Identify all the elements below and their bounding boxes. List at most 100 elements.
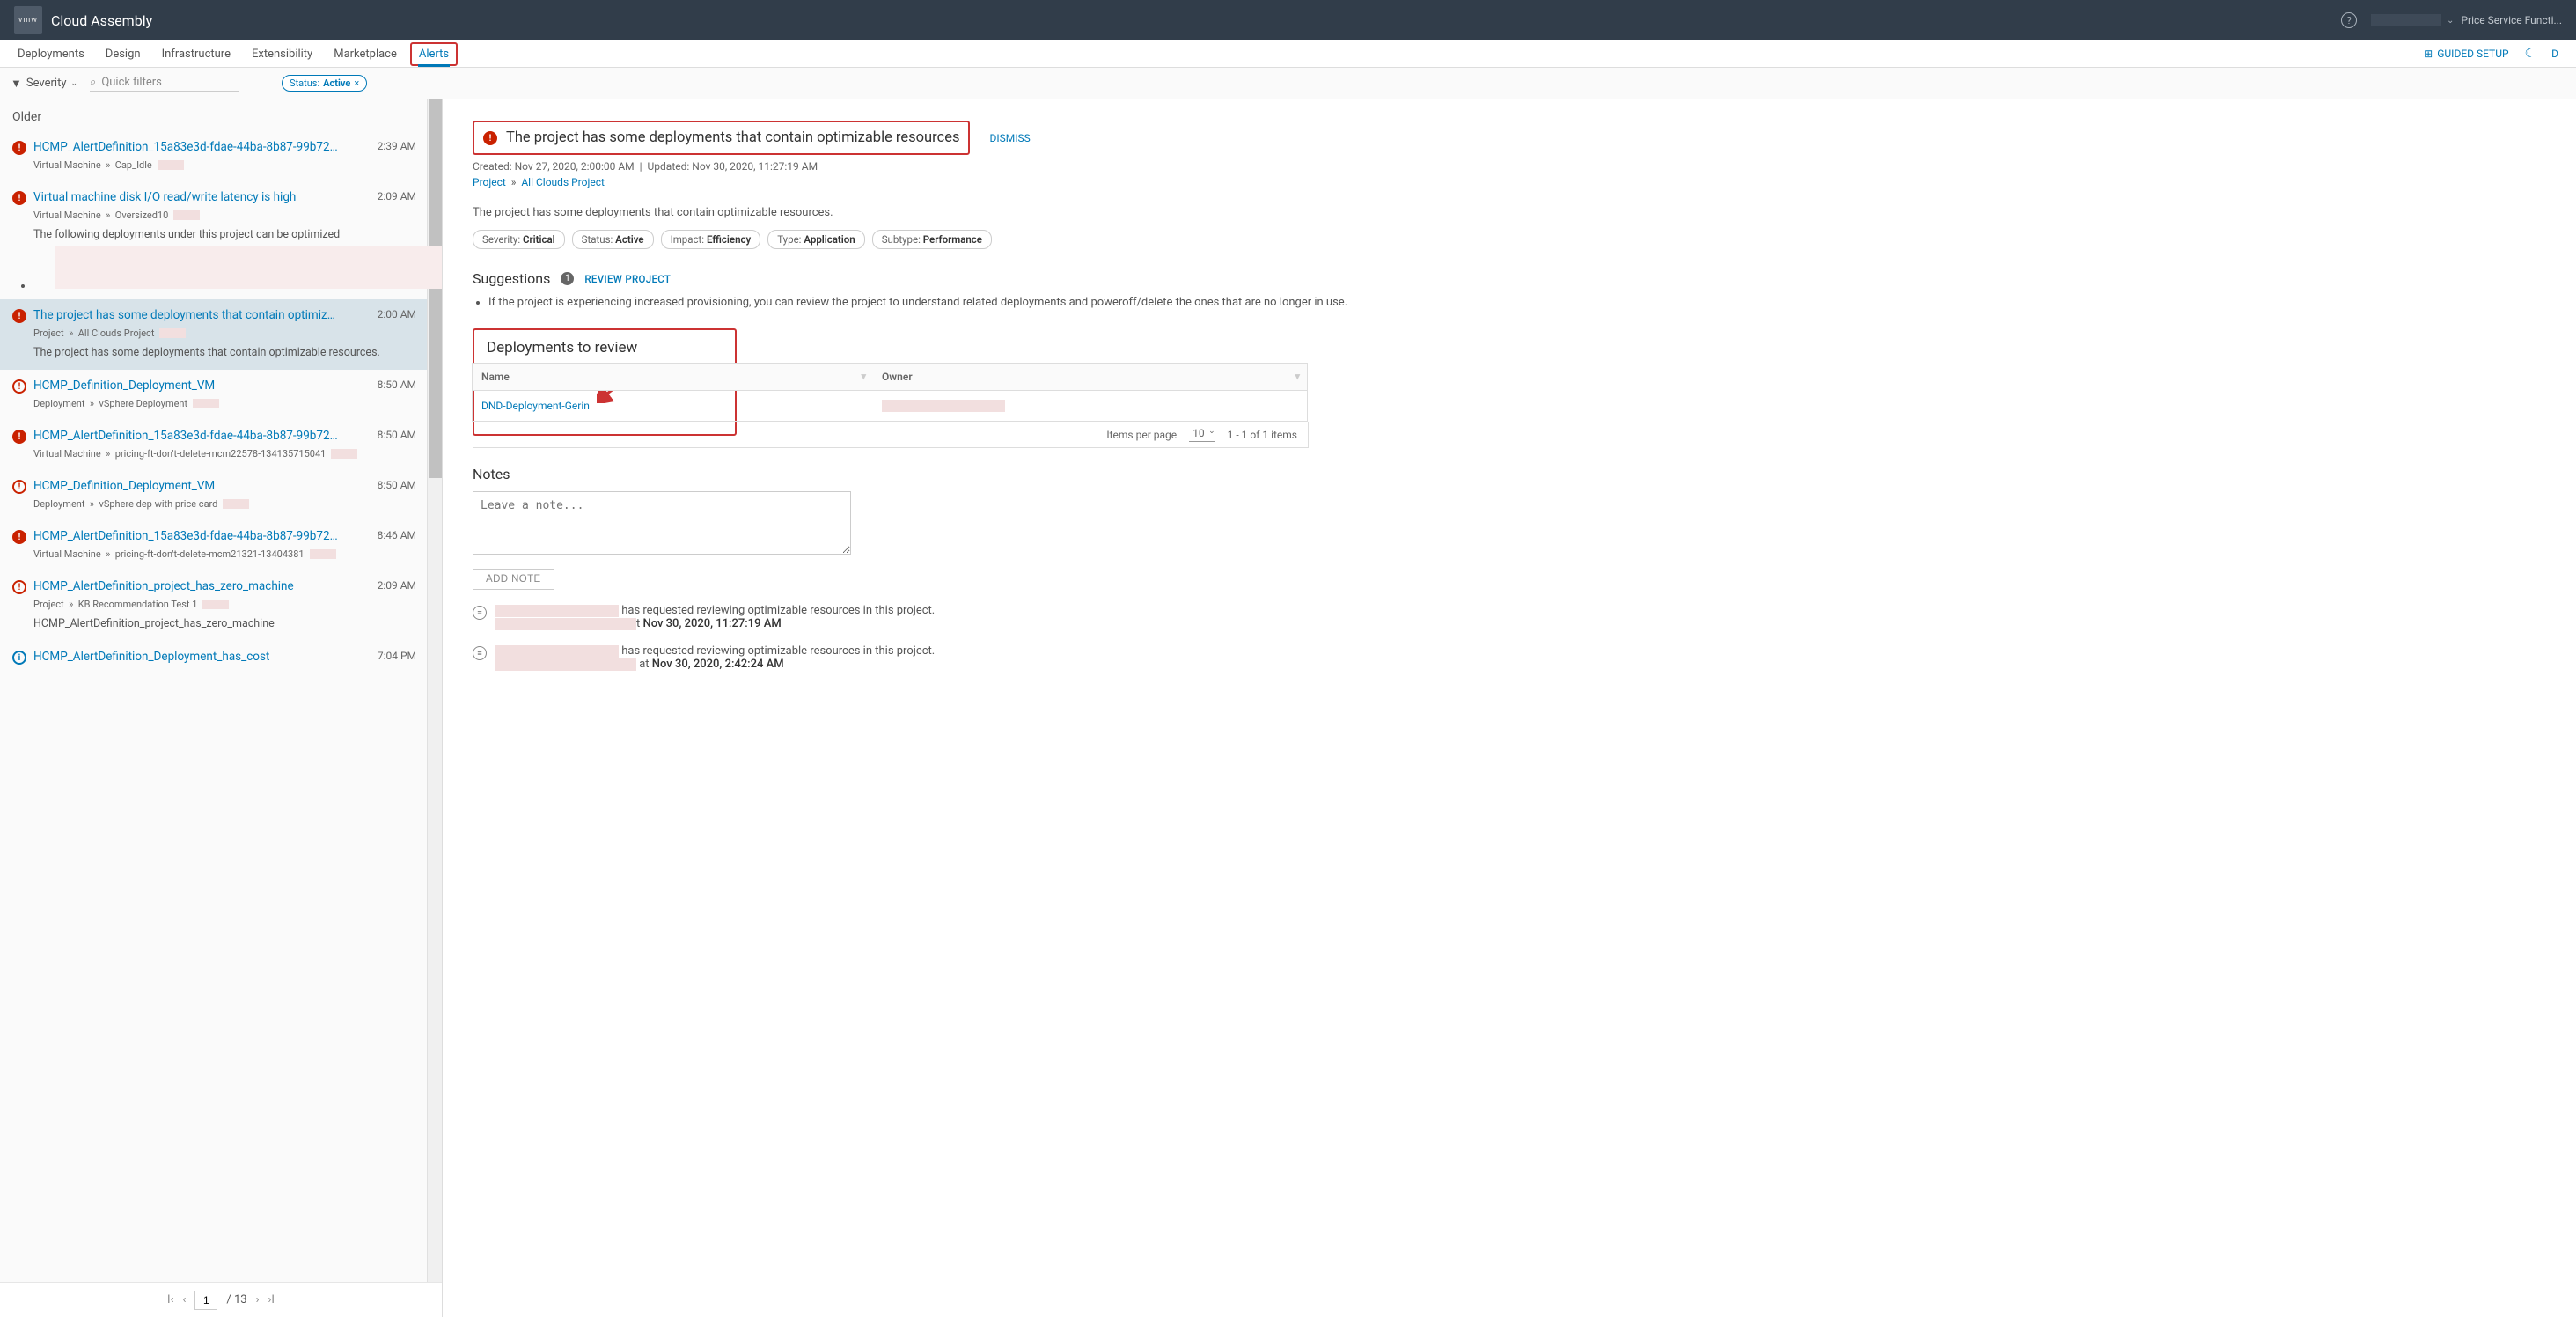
alert-crumb: Virtual Machine » pricing-ft-don't-delet… — [33, 448, 415, 460]
filter-icon[interactable]: ▾ — [1295, 371, 1300, 382]
filter-pill-status[interactable]: Status: Active × — [282, 75, 367, 92]
alert-item[interactable]: HCMP_AlertDefinition_Deployment_has_cost… — [0, 641, 427, 675]
quick-filter-input[interactable]: ⌕ Quick filters — [90, 76, 239, 92]
critical-icon — [12, 191, 26, 205]
redacted-block — [331, 449, 357, 459]
badge: Impact: Efficiency — [661, 230, 761, 249]
critical-icon — [12, 430, 26, 444]
tab-design[interactable]: Design — [106, 40, 141, 67]
alert-item[interactable]: HCMP_Definition_Deployment_VM8:50 AMDepl… — [0, 370, 427, 420]
badge: Type: Application — [767, 230, 865, 249]
alert-list: HCMP_AlertDefinition_15a83e3d-fdae-44ba-… — [0, 131, 442, 1282]
alert-crumb: Deployment » vSphere dep with price card — [33, 498, 415, 510]
project-link[interactable]: Project — [473, 176, 506, 188]
alert-crumb: Virtual Machine » Oversized10 — [33, 210, 415, 221]
tab-deployments[interactable]: Deployments — [18, 40, 84, 67]
redacted-block — [159, 328, 186, 338]
alert-item[interactable]: HCMP_AlertDefinition_15a83e3d-fdae-44ba-… — [0, 131, 427, 181]
deployment-link[interactable]: DND-Deployment-Gerin — [481, 400, 590, 412]
note-icon: ≡ — [473, 646, 487, 660]
alert-item[interactable]: HCMP_AlertDefinition_15a83e3d-fdae-44ba-… — [0, 420, 427, 470]
badge: Status: Active — [572, 230, 654, 249]
note-entry: ≡ has requested reviewing optimizable re… — [473, 644, 2546, 671]
page-input[interactable] — [194, 1291, 217, 1310]
close-icon[interactable]: × — [354, 77, 359, 89]
alert-title: HCMP_AlertDefinition_15a83e3d-fdae-44ba-… — [33, 140, 341, 154]
project-value-link[interactable]: All Clouds Project — [521, 176, 605, 188]
note-icon: ≡ — [473, 606, 487, 620]
alert-title: HCMP_AlertDefinition_Deployment_has_cost — [33, 650, 269, 664]
alert-time: 8:50 AM — [378, 379, 416, 391]
scrollbar-thumb[interactable] — [429, 99, 442, 478]
alert-crumb: Virtual Machine » pricing-ft-don't-delet… — [33, 548, 415, 560]
page-total: / 13 — [226, 1293, 246, 1306]
org-dropdown[interactable]: ⌄ — [2371, 14, 2454, 26]
suggestion-item: If the project is experiencing increased… — [488, 296, 2546, 309]
alert-title: HCMP_AlertDefinition_project_has_zero_ma… — [33, 579, 294, 593]
count-badge: 1 — [561, 272, 574, 285]
alert-time: 2:39 AM — [378, 140, 416, 152]
redacted-block — [495, 618, 636, 630]
redacted-block — [158, 160, 184, 170]
severity-filter[interactable]: ▼ Severity ⌄ — [11, 77, 77, 91]
alert-item[interactable]: HCMP_Definition_Deployment_VM8:50 AMDepl… — [0, 470, 427, 520]
redacted-block — [2371, 14, 2441, 26]
last-page-button[interactable]: ›I — [268, 1293, 275, 1306]
alert-title: The project has some deployments that co… — [33, 308, 341, 322]
map-icon: ⊞ — [2424, 48, 2433, 60]
next-page-button[interactable]: › — [256, 1293, 260, 1306]
badge: Severity: Critical — [473, 230, 565, 249]
suggestions-title: Suggestions — [473, 270, 550, 287]
help-icon[interactable]: ? — [2341, 12, 2357, 28]
critical-icon — [12, 530, 26, 544]
deployments-title: Deployments to review — [487, 339, 723, 357]
dark-mode-toggle[interactable]: ☾ — [2525, 47, 2536, 61]
alert-item[interactable]: HCMP_AlertDefinition_15a83e3d-fdae-44ba-… — [0, 520, 427, 570]
alert-detail: The project has some deployments that co… — [443, 99, 2576, 1317]
alert-title: Virtual machine disk I/O read/write late… — [33, 190, 296, 204]
alert-crumb: Deployment » vSphere Deployment — [33, 398, 415, 409]
first-page-button[interactable]: I‹ — [167, 1293, 173, 1306]
alert-item[interactable]: HCMP_AlertDefinition_project_has_zero_ma… — [0, 570, 427, 641]
redacted-block — [882, 400, 1005, 412]
tab-infrastructure[interactable]: Infrastructure — [162, 40, 231, 67]
alert-desc: The project has some deployments that co… — [33, 346, 415, 359]
alert-item[interactable]: Virtual machine disk I/O read/write late… — [0, 181, 427, 299]
dismiss-button[interactable]: DISMISS — [989, 132, 1030, 144]
add-note-button[interactable]: ADD NOTE — [473, 569, 554, 590]
tab-marketplace[interactable]: Marketplace — [334, 40, 397, 67]
alert-crumb: Project » KB Recommendation Test 1 — [33, 599, 415, 610]
redacted-block — [495, 658, 636, 671]
tab-alerts[interactable]: Alerts — [418, 40, 450, 67]
alert-title: HCMP_AlertDefinition_15a83e3d-fdae-44ba-… — [33, 429, 341, 443]
alert-time: 2:09 AM — [378, 190, 416, 202]
redacted-block — [223, 499, 249, 509]
info-icon — [12, 651, 26, 665]
d-indicator: D — [2551, 48, 2558, 60]
nav-tabs: Deployments Design Infrastructure Extens… — [18, 40, 450, 67]
nav-bar: Deployments Design Infrastructure Extens… — [0, 40, 2576, 68]
per-page-select[interactable]: 10 ⌄ — [1189, 427, 1215, 442]
redacted-block — [495, 605, 619, 617]
review-project-link[interactable]: REVIEW PROJECT — [584, 273, 671, 285]
col-owner[interactable]: Owner▾ — [873, 364, 1307, 391]
table-footer: Items per page 10 ⌄ 1 - 1 of 1 items — [473, 422, 1309, 448]
critical-icon — [12, 141, 26, 155]
table-row[interactable]: DND-Deployment-Gerin — [473, 391, 1307, 422]
tab-extensibility[interactable]: Extensibility — [252, 40, 312, 67]
col-name[interactable]: Name▾ — [473, 364, 873, 391]
redacted-block — [193, 399, 219, 408]
filter-icon[interactable]: ▾ — [862, 371, 867, 382]
funnel-icon: ▼ — [11, 77, 22, 91]
critical-icon — [483, 131, 497, 145]
alert-time: 2:00 AM — [378, 308, 416, 320]
guided-setup-link[interactable]: ⊞ GUIDED SETUP — [2424, 48, 2508, 60]
prev-page-button[interactable]: ‹ — [182, 1293, 186, 1306]
warn-icon — [12, 580, 26, 594]
detail-description: The project has some deployments that co… — [473, 206, 2546, 219]
warn-icon — [12, 379, 26, 394]
notes-textarea[interactable] — [473, 491, 851, 555]
critical-icon — [12, 309, 26, 323]
app-header: vmw Cloud Assembly ? ⌄ Price Service Fun… — [0, 0, 2576, 40]
alert-item[interactable]: The project has some deployments that co… — [0, 299, 427, 370]
